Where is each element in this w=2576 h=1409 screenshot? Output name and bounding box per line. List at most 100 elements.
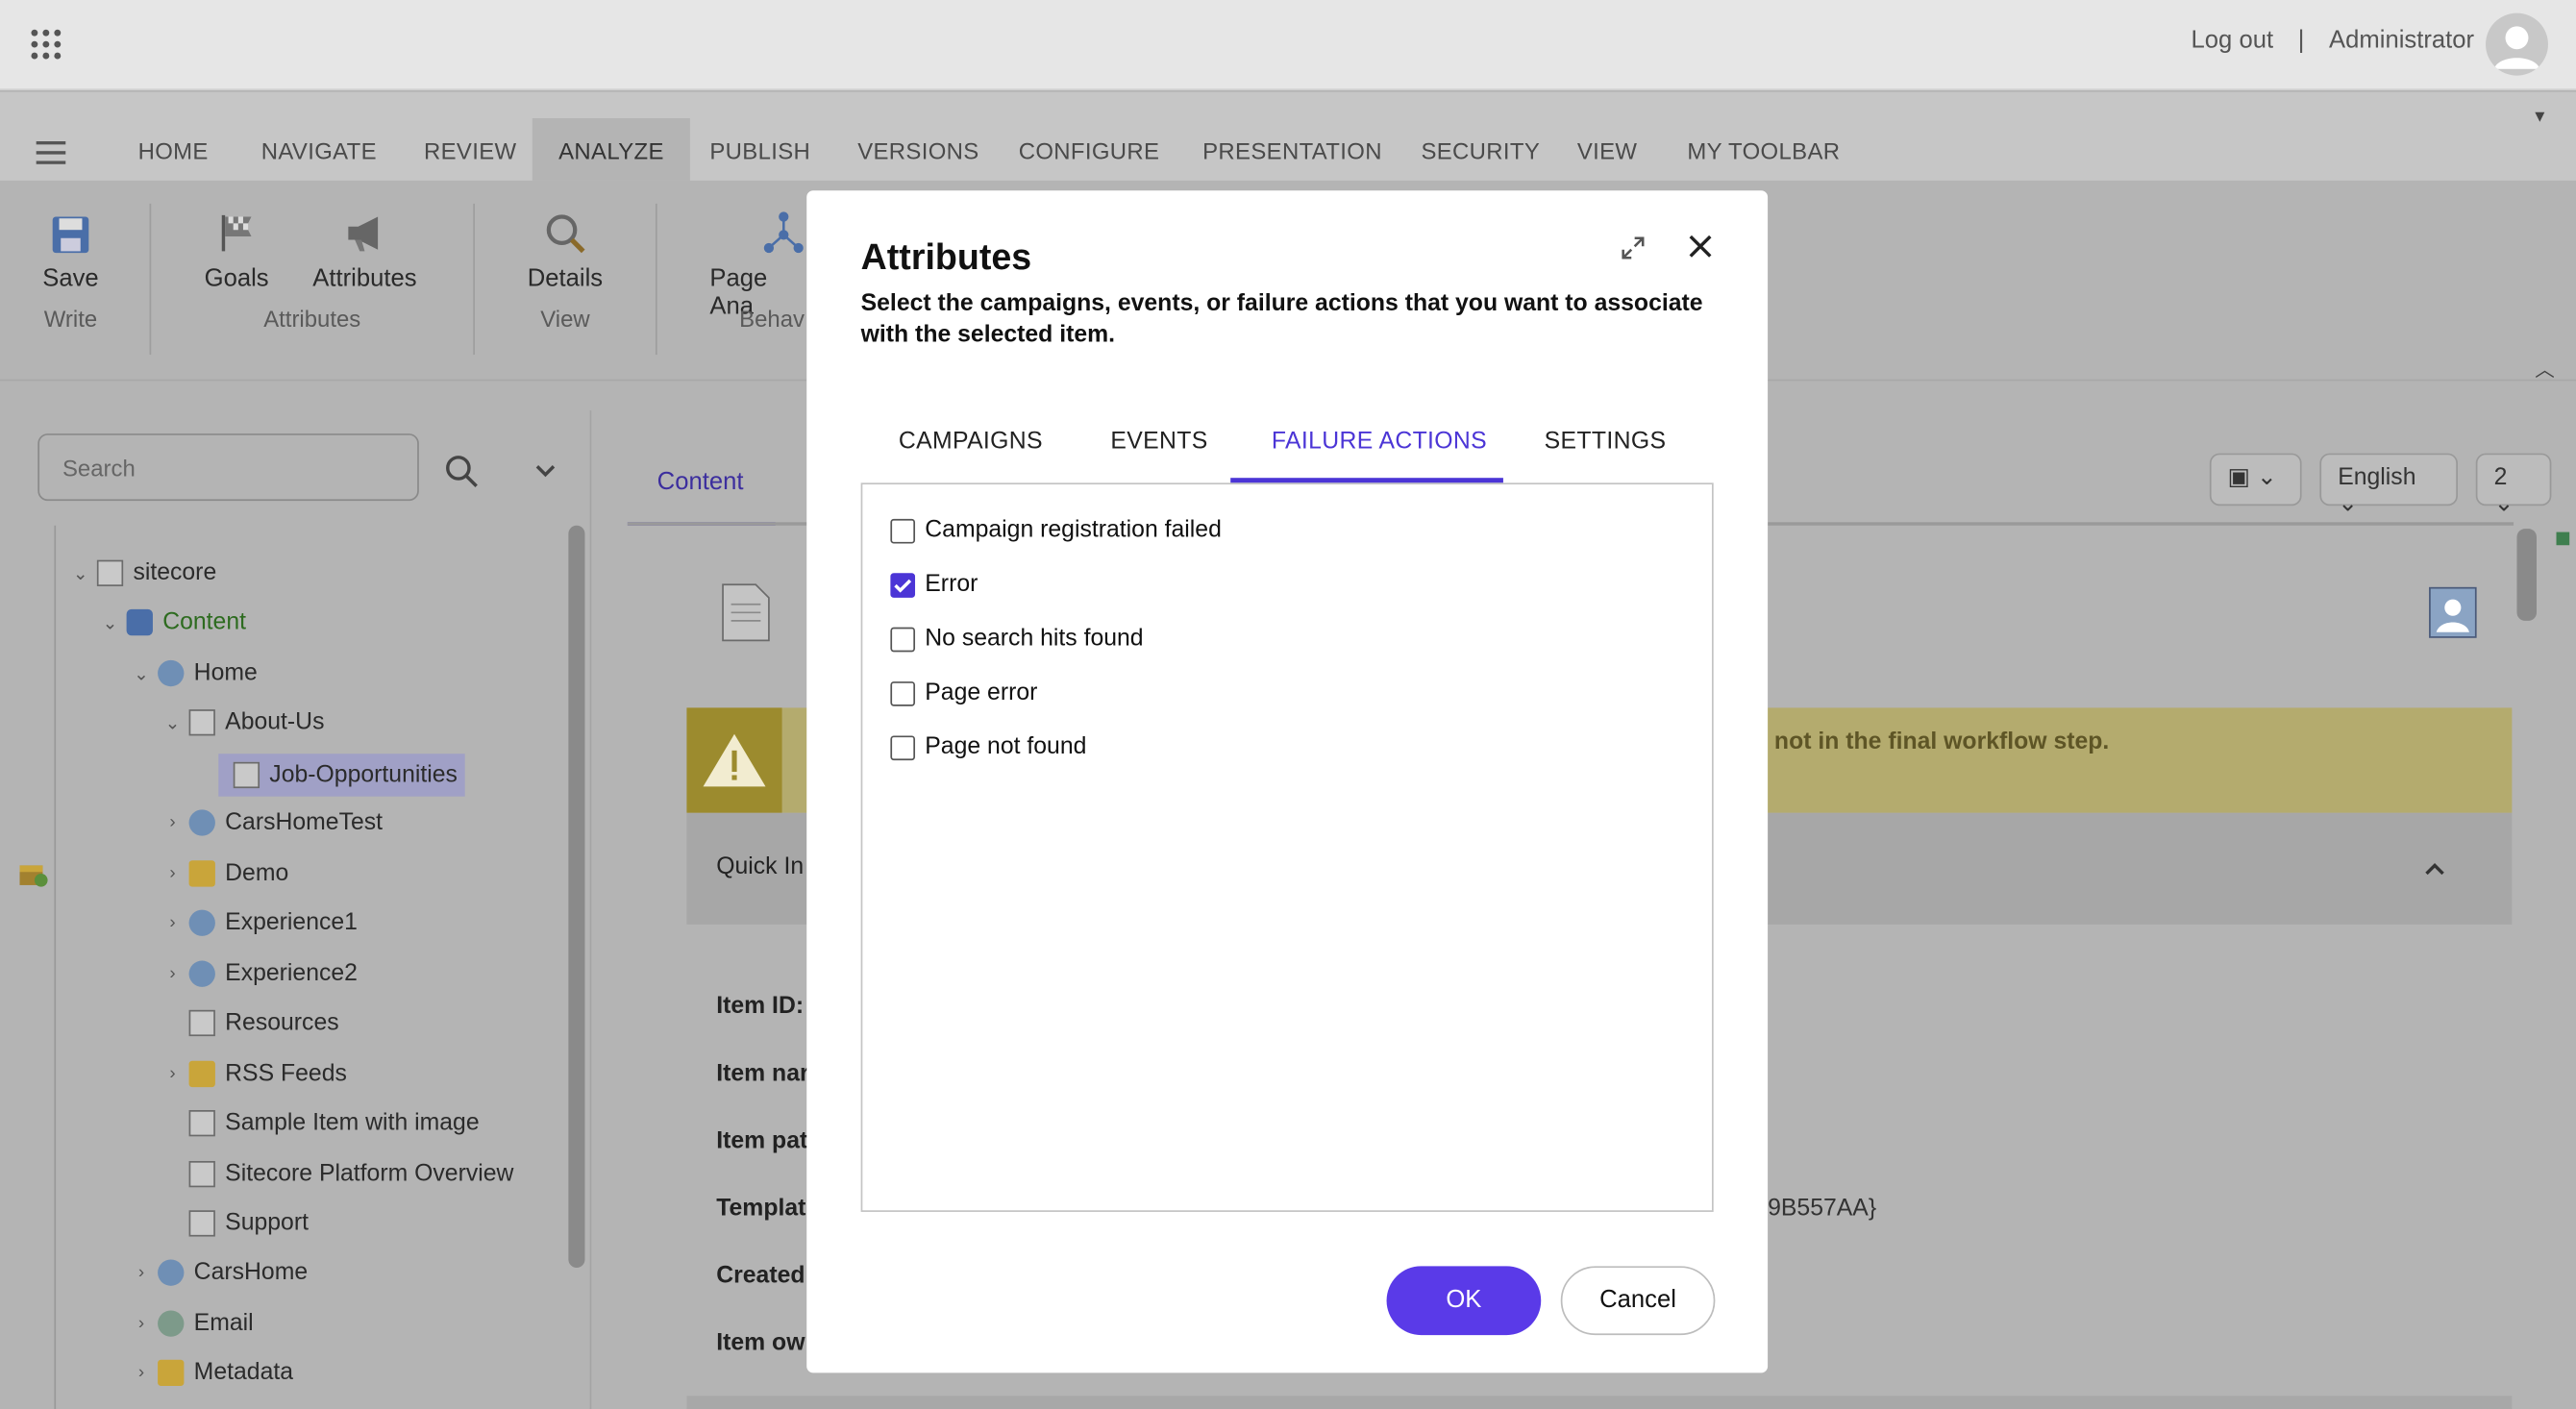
- tab-settings[interactable]: SETTINGS: [1545, 429, 1667, 455]
- collapse-icon[interactable]: ⌄: [97, 611, 123, 633]
- language-value: English: [2338, 464, 2416, 491]
- tree-node-carshome[interactable]: › CarsHome: [128, 1253, 308, 1293]
- ribbon-expand-icon[interactable]: ▼: [2532, 109, 2548, 127]
- collapse-icon[interactable]: ⌄: [67, 562, 93, 584]
- document-icon: [188, 1110, 215, 1137]
- option-label: Campaign registration failed: [925, 517, 1222, 544]
- tree-node-about-us[interactable]: ⌄ About-Us: [160, 703, 325, 742]
- document-icon: [96, 559, 124, 586]
- details-button[interactable]: Details: [523, 210, 608, 292]
- goals-button[interactable]: Goals: [194, 210, 280, 292]
- tree-node-carshometest[interactable]: › CarsHomeTest: [160, 803, 383, 843]
- tab-content[interactable]: Content: [627, 457, 776, 526]
- tree-node-content[interactable]: ⌄ Content: [97, 603, 246, 642]
- chevron-down-icon[interactable]: [535, 465, 556, 479]
- collapse-icon[interactable]: ⌄: [160, 712, 186, 733]
- globe-icon: [188, 960, 215, 987]
- avatar-icon[interactable]: [2486, 12, 2548, 76]
- option-campaign-registration-failed[interactable]: Campaign registration failed: [890, 517, 1222, 544]
- tab-security[interactable]: SECURITY: [1421, 138, 1540, 164]
- chevron-up-icon[interactable]: [2425, 862, 2445, 876]
- app-launcher-icon[interactable]: [30, 28, 62, 61]
- tree-node-sitecore[interactable]: ⌄ sitecore: [67, 554, 216, 593]
- expand-icon[interactable]: ›: [128, 1363, 154, 1383]
- tree-label: Email: [193, 1310, 254, 1337]
- tree-node-job-opportunities[interactable]: Job-Opportunities: [218, 754, 466, 797]
- expand-icon[interactable]: ›: [160, 813, 186, 833]
- ok-button[interactable]: OK: [1386, 1266, 1542, 1336]
- tree-node-experience2[interactable]: › Experience2: [160, 954, 358, 994]
- tab-navigate[interactable]: NAVIGATE: [261, 138, 377, 164]
- divider: [655, 203, 657, 356]
- page-analyzer-button[interactable]: Page Ana: [709, 210, 808, 320]
- package-icon[interactable]: [16, 857, 49, 890]
- attributes-dialog: Attributes Select the campaigns, events,…: [806, 190, 1769, 1373]
- expand-icon[interactable]: ›: [160, 913, 186, 933]
- tab-campaigns[interactable]: CAMPAIGNS: [899, 429, 1043, 455]
- tab-versions[interactable]: VERSIONS: [857, 138, 978, 164]
- option-page-error[interactable]: Page error: [890, 680, 1037, 706]
- tree-node-email[interactable]: › Email: [128, 1304, 254, 1344]
- tree-label: CarsHomeTest: [225, 809, 384, 836]
- save-button[interactable]: Save: [37, 210, 106, 292]
- tab-view[interactable]: VIEW: [1577, 138, 1638, 164]
- checkbox[interactable]: [890, 734, 916, 760]
- field-item-id: Item ID:: [716, 993, 805, 1021]
- close-icon[interactable]: [1689, 235, 1712, 258]
- option-page-not-found[interactable]: Page not found: [890, 734, 1086, 760]
- hamburger-icon[interactable]: [36, 140, 66, 164]
- tree-node-platform-overview[interactable]: Sitecore Platform Overview: [186, 1154, 513, 1194]
- checkbox[interactable]: [890, 626, 916, 652]
- tab-analyze[interactable]: ANALYZE: [532, 118, 691, 181]
- goals-label: Goals: [204, 264, 269, 293]
- username[interactable]: Administrator: [2329, 26, 2474, 54]
- attributes-button[interactable]: Attributes: [306, 210, 424, 292]
- save-label: Save: [42, 264, 99, 293]
- section-bar: [686, 1396, 2513, 1409]
- expand-icon[interactable]: ›: [160, 864, 186, 884]
- tab-publish[interactable]: PUBLISH: [709, 138, 810, 164]
- layout-dropdown[interactable]: ▣ ⌄: [2209, 453, 2302, 507]
- language-dropdown[interactable]: English ⌄: [2319, 453, 2458, 517]
- tree-node-home[interactable]: ⌄ Home: [128, 654, 258, 693]
- tree-label: Sitecore Platform Overview: [225, 1160, 514, 1188]
- version-value: 2: [2493, 464, 2508, 491]
- checkbox[interactable]: [890, 518, 916, 543]
- search-icon[interactable]: [445, 455, 478, 487]
- tree-node-rss-feeds[interactable]: › RSS Feeds: [160, 1054, 347, 1094]
- checkbox[interactable]: [890, 680, 916, 705]
- option-error[interactable]: Error: [890, 572, 978, 598]
- search-input[interactable]: Search: [37, 433, 419, 502]
- tab-my-toolbar[interactable]: MY TOOLBAR: [1687, 138, 1840, 164]
- tree-node-demo[interactable]: › Demo: [160, 853, 288, 893]
- tab-home[interactable]: HOME: [138, 138, 209, 164]
- tab-presentation[interactable]: PRESENTATION: [1202, 138, 1382, 164]
- tree-node-resources[interactable]: Resources: [186, 1003, 339, 1043]
- tab-failure-actions[interactable]: FAILURE ACTIONS: [1272, 429, 1487, 455]
- collapse-icon[interactable]: ⌄: [128, 662, 154, 684]
- tree-node-support[interactable]: Support: [186, 1203, 309, 1243]
- ribbon-collapse-icon[interactable]: ︿: [2535, 355, 2555, 383]
- tree-node-sample-item[interactable]: Sample Item with image: [186, 1103, 480, 1143]
- tab-configure[interactable]: CONFIGURE: [1019, 138, 1160, 164]
- tab-review[interactable]: REVIEW: [424, 138, 516, 164]
- ribbon-tab-bar: [0, 91, 2576, 181]
- tree-node-metadata[interactable]: › Metadata: [128, 1353, 293, 1393]
- expand-icon[interactable]: ›: [160, 964, 186, 984]
- version-dropdown[interactable]: 2 ⌄: [2475, 453, 2552, 517]
- content-scrollbar[interactable]: [2516, 529, 2538, 621]
- tab-events[interactable]: EVENTS: [1110, 429, 1207, 455]
- field-item-path: Item pat: [716, 1127, 808, 1155]
- maximize-icon[interactable]: [1620, 235, 1646, 260]
- expand-icon[interactable]: ›: [128, 1314, 154, 1334]
- checkbox-checked[interactable]: [890, 572, 916, 598]
- tree-node-experience1[interactable]: › Experience1: [160, 903, 358, 943]
- tree-label: About-Us: [225, 709, 325, 736]
- cancel-button[interactable]: Cancel: [1560, 1266, 1716, 1336]
- separator: |: [2297, 26, 2305, 55]
- expand-icon[interactable]: ›: [160, 1064, 186, 1084]
- option-no-search-hits-found[interactable]: No search hits found: [890, 626, 1144, 652]
- expand-icon[interactable]: ›: [128, 1263, 154, 1283]
- tree-scrollbar[interactable]: [568, 525, 585, 1269]
- logout-link[interactable]: Log out: [2192, 26, 2274, 54]
